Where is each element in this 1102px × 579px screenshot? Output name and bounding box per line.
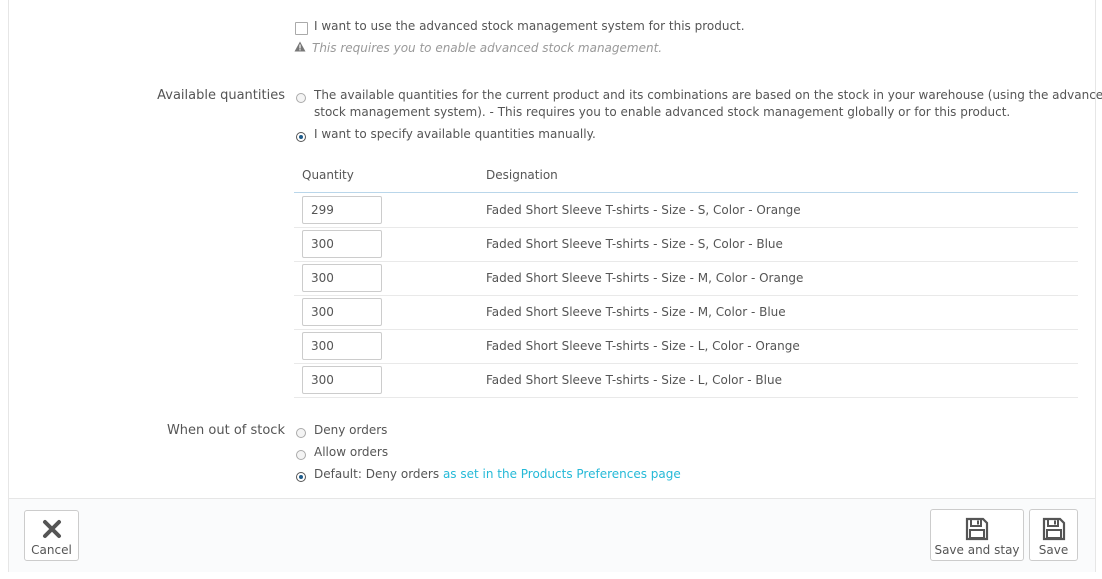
manual-quantities-label: I want to specify available quantities m… (314, 127, 596, 141)
available-quantities-label: Available quantities (157, 88, 285, 103)
quantity-input[interactable] (302, 264, 382, 292)
warehouse-quantities-text-line1: The available quantities for the current… (314, 88, 1102, 102)
save-button[interactable]: Save (1029, 509, 1078, 561)
designation-text: Faded Short Sleeve T-shirts - Size - M, … (486, 271, 804, 285)
designation-column-header: Designation (486, 168, 558, 182)
table-row: Faded Short Sleeve T-shirts - Size - L, … (294, 363, 1078, 398)
warning-icon (294, 41, 306, 52)
quantity-column-header: Quantity (302, 168, 354, 182)
table-row: Faded Short Sleeve T-shirts - Size - L, … (294, 329, 1078, 364)
deny-orders-radio[interactable] (296, 428, 306, 438)
designation-text: Faded Short Sleeve T-shirts - Size - L, … (486, 373, 782, 387)
quantity-input[interactable] (302, 332, 382, 360)
warehouse-quantities-radio[interactable] (296, 93, 306, 103)
default-orders-label: Default: Deny orders (314, 467, 440, 481)
table-row: Faded Short Sleeve T-shirts - Size - S, … (294, 227, 1078, 262)
panel-footer: Cancel Save and stay Save (9, 498, 1095, 572)
warehouse-quantities-text-line2: stock management system). - This require… (314, 105, 1011, 119)
advanced-stock-checkbox[interactable] (295, 22, 308, 35)
out-of-stock-label: When out of stock (166, 423, 285, 438)
floppy-disk-icon (965, 517, 989, 541)
quantity-input[interactable] (302, 298, 382, 326)
close-icon (42, 520, 61, 538)
cancel-label: Cancel (31, 543, 72, 557)
table-row: Faded Short Sleeve T-shirts - Size - M, … (294, 295, 1078, 330)
designation-text: Faded Short Sleeve T-shirts - Size - S, … (486, 203, 801, 217)
advanced-stock-label: I want to use the advanced stock managem… (314, 19, 745, 33)
quantities-table-header: Quantity Designation (294, 164, 1078, 193)
save-and-stay-label: Save and stay (934, 543, 1020, 557)
designation-text: Faded Short Sleeve T-shirts - Size - M, … (486, 305, 786, 319)
allow-orders-label: Allow orders (314, 445, 389, 459)
save-and-stay-button[interactable]: Save and stay (930, 509, 1024, 561)
save-label: Save (1038, 543, 1069, 557)
product-quantities-panel: I want to use the advanced stock managem… (8, 0, 1102, 572)
table-row: Faded Short Sleeve T-shirts - Size - M, … (294, 261, 1078, 296)
quantity-input[interactable] (302, 196, 382, 224)
designation-text: Faded Short Sleeve T-shirts - Size - L, … (486, 339, 800, 353)
quantity-input[interactable] (302, 366, 382, 394)
quantity-input[interactable] (302, 230, 382, 258)
allow-orders-radio[interactable] (296, 450, 306, 460)
manual-quantities-radio[interactable] (296, 132, 306, 142)
default-orders-text: Default: Deny orders as set in the Produ… (314, 467, 681, 481)
designation-text: Faded Short Sleeve T-shirts - Size - S, … (486, 237, 783, 251)
deny-orders-label: Deny orders (314, 423, 388, 437)
cancel-button[interactable]: Cancel (24, 510, 79, 561)
floppy-disk-icon (1042, 517, 1065, 541)
products-preferences-link[interactable]: as set in the Products Preferences page (443, 467, 681, 481)
table-row: Faded Short Sleeve T-shirts - Size - S, … (294, 193, 1078, 228)
advanced-stock-help: This requires you to enable advanced sto… (312, 41, 663, 55)
default-orders-radio[interactable] (296, 472, 306, 482)
